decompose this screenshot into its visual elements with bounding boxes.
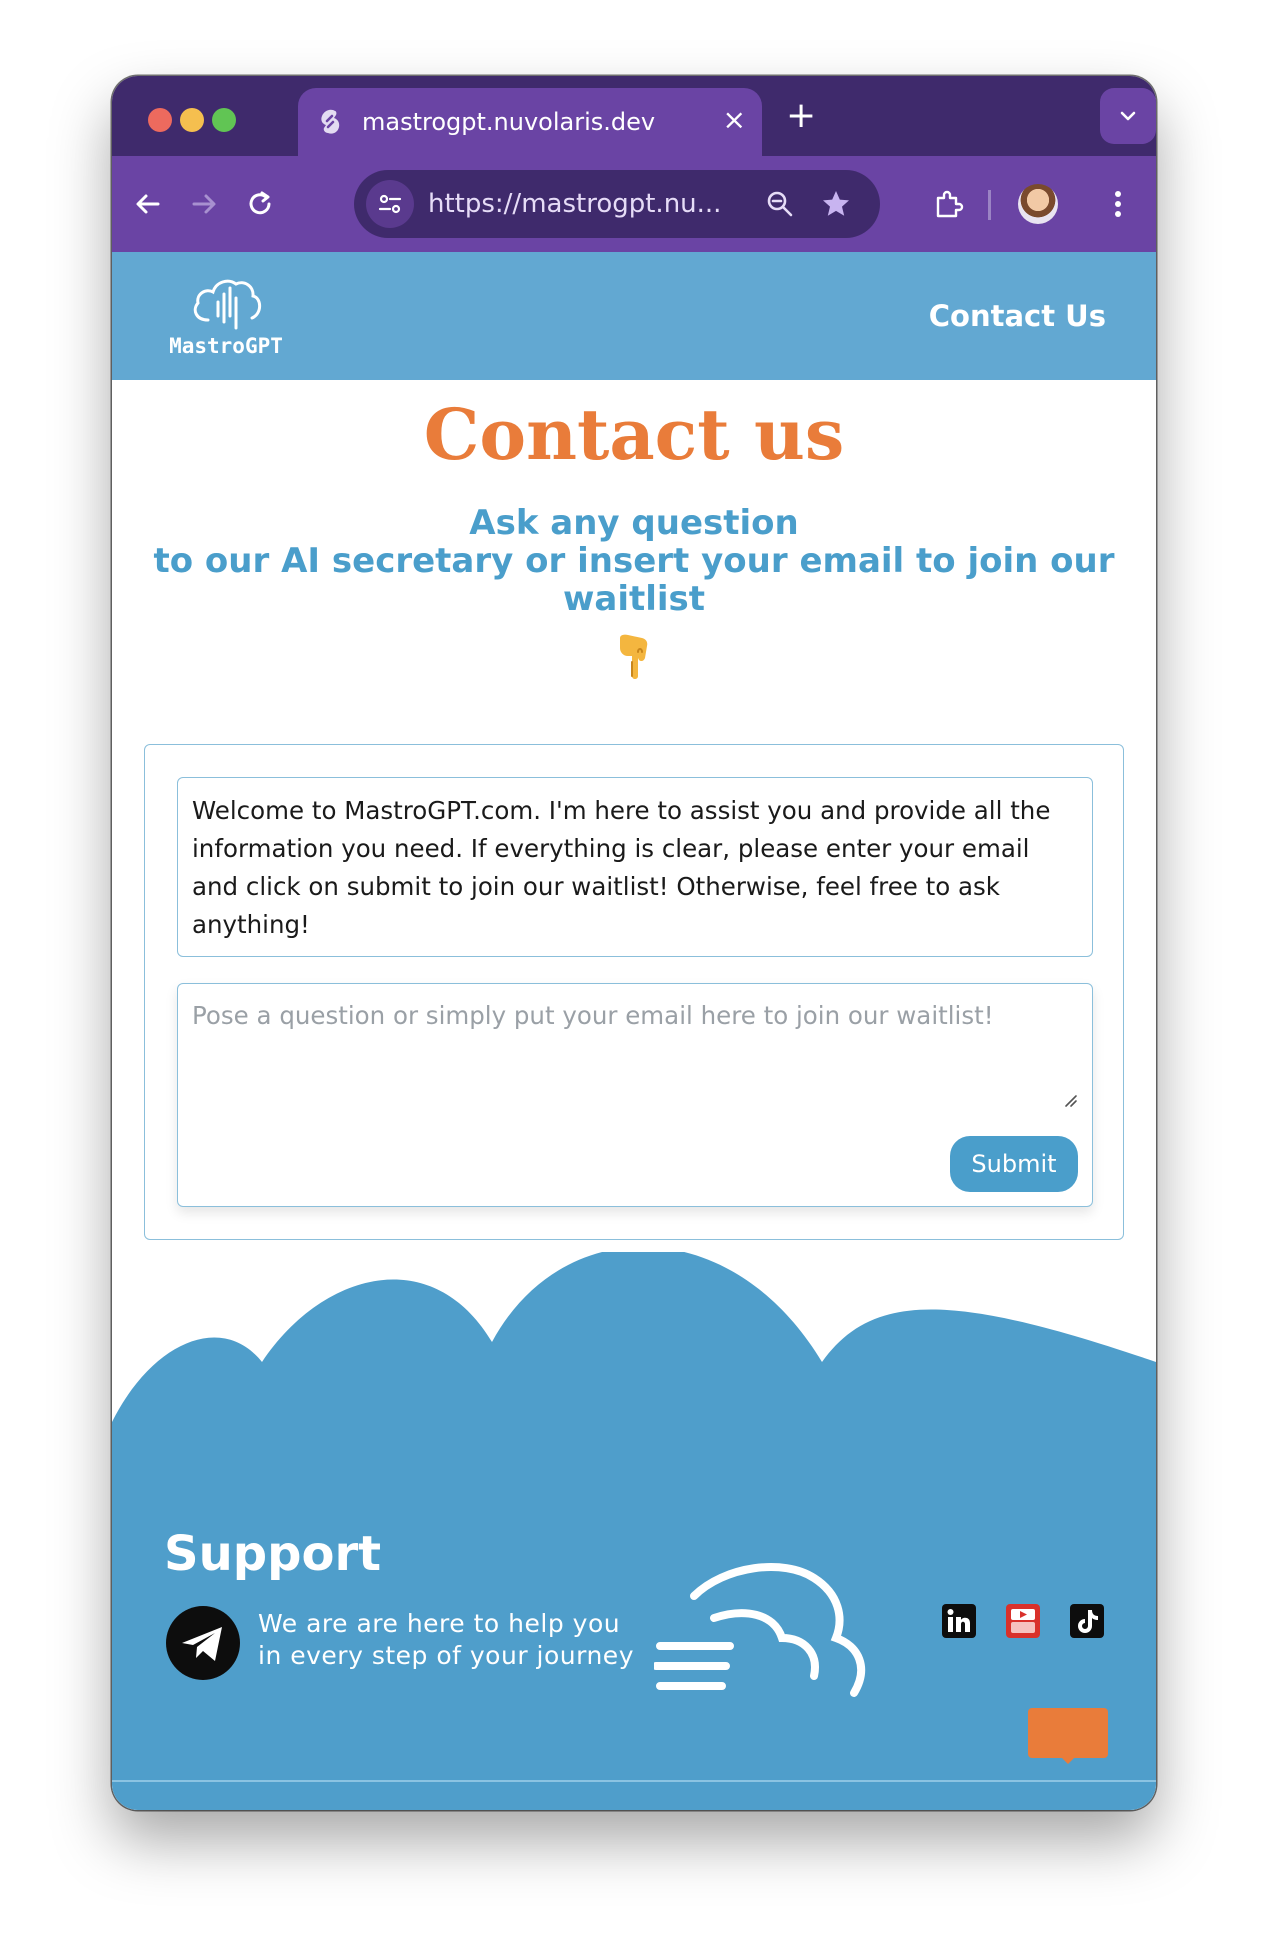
zoom-window-button[interactable] [212,108,236,132]
mastrogpt-logo[interactable]: MastroGPT [156,270,296,370]
telegram-icon[interactable] [166,1606,240,1680]
site-header: MastroGPT Contact Us [112,252,1156,380]
wind-cloud-icon [654,1563,866,1697]
browser-window: mastrogpt.nuvolaris.dev × + https://mast… [112,76,1156,1810]
tab-search-button[interactable] [1100,88,1156,144]
svelte-favicon-icon [321,109,340,134]
chat-bubble-icon[interactable] [1028,1708,1108,1768]
page-subtitle: Ask any question to our AI secretary or … [152,504,1116,618]
bookmark-button[interactable] [816,184,856,224]
close-window-button[interactable] [148,108,172,132]
linkedin-icon[interactable] [942,1604,976,1638]
pointing-down-hand-icon [620,634,648,679]
support-line-2: in every step of your journey [258,1641,634,1670]
browser-toolbar: https://mastrogpt.nu... [112,156,1156,252]
tab-close-icon[interactable]: × [723,102,746,138]
submit-button[interactable]: Submit [950,1136,1078,1192]
subtitle-line-1: Ask any question [469,503,799,543]
support-description: We are are here to help you in every ste… [258,1608,634,1672]
address-bar[interactable]: https://mastrogpt.nu... [354,170,880,238]
arrow-left-icon [136,194,160,214]
puzzle-icon [936,190,964,218]
browser-tab[interactable]: mastrogpt.nuvolaris.dev × [298,88,762,156]
site-info-button[interactable] [366,180,414,228]
question-input[interactable] [178,984,1092,1114]
chevron-down-icon [1120,111,1136,121]
support-title: Support [164,1526,382,1582]
browser-menu-button[interactable] [1094,180,1142,228]
youtube-icon[interactable] [1006,1604,1040,1638]
extensions-button[interactable] [924,180,972,228]
star-icon [823,191,849,216]
tiktok-icon[interactable] [1070,1604,1104,1638]
question-input-container: Submit [177,983,1093,1207]
resize-handle-icon[interactable] [1062,1092,1078,1108]
subtitle-line-2: to our AI secretary or insert your email… [153,541,1115,619]
cloud-logo-icon [193,279,262,330]
page-title: Contact us [423,393,845,476]
new-tab-button[interactable]: + [786,96,816,136]
url-text: https://mastrogpt.nu... [428,189,722,219]
tune-icon [378,194,402,214]
nav-contact-us-link[interactable]: Contact Us [929,296,1106,336]
reload-icon [249,191,271,215]
forward-button[interactable] [182,182,226,226]
support-line-1: We are are here to help you [258,1609,621,1638]
tab-strip: mastrogpt.nuvolaris.dev × + [112,76,1156,156]
logo-text: MastroGPT [169,334,283,358]
back-button[interactable] [126,182,170,226]
zoom-out-icon [767,191,793,217]
reload-button[interactable] [238,182,282,226]
toolbar-divider [988,190,991,220]
more-vertical-icon [1115,191,1121,217]
minimize-window-button[interactable] [180,108,204,132]
assistant-message: Welcome to MastroGPT.com. I'm here to as… [177,777,1093,957]
tab-title: mastrogpt.nuvolaris.dev [362,108,656,136]
profile-avatar[interactable] [1018,184,1058,224]
zoom-button[interactable] [760,184,800,224]
web-page: MastroGPT Contact Us Contact us Ask any … [112,252,1156,1810]
chat-form-card: Welcome to MastroGPT.com. I'm here to as… [144,744,1124,1240]
arrow-right-icon [192,194,216,214]
footer-divider [112,1780,1156,1782]
